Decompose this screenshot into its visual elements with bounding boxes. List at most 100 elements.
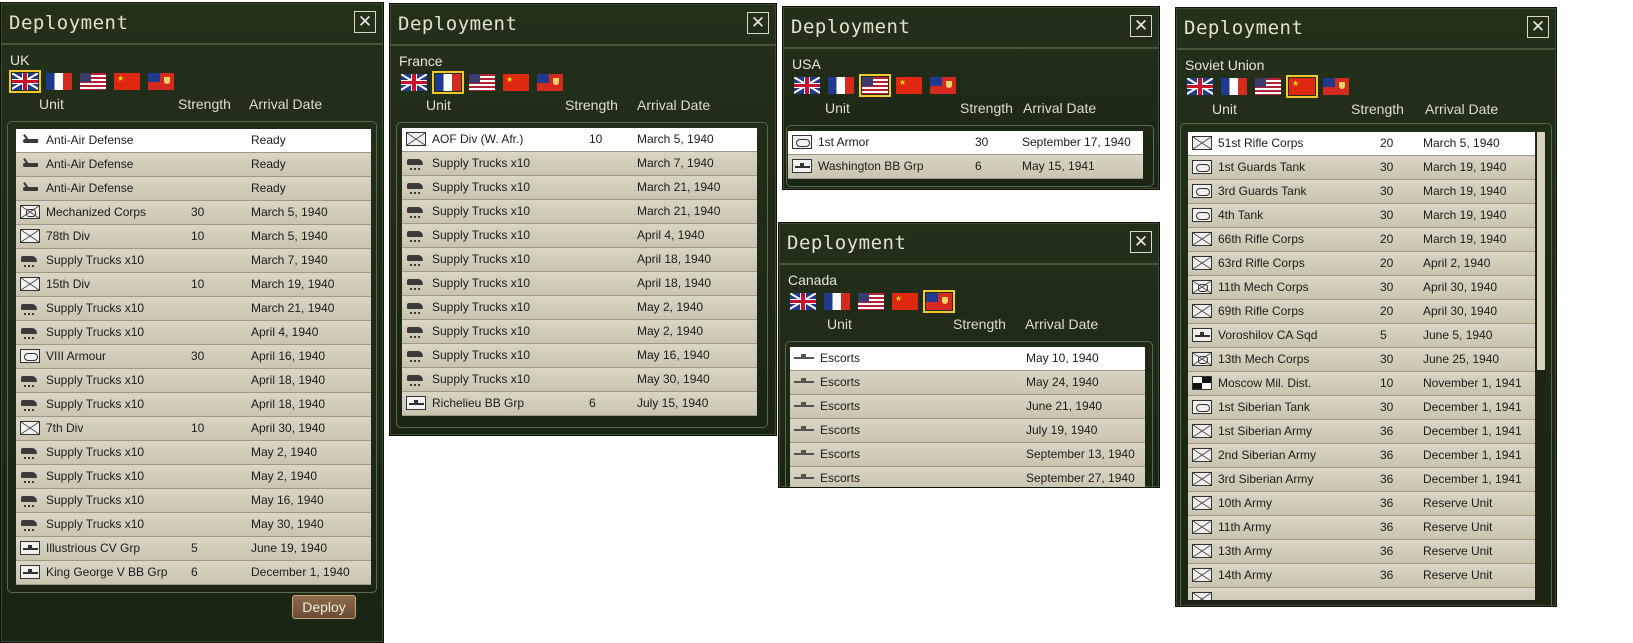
flag-uk-icon[interactable] [794,76,820,94]
unit-row[interactable]: Mechanized Corps 30 March 5, 1940 [16,201,371,225]
unit-row[interactable]: Supply Trucks x10 April 4, 1940 [402,224,757,248]
unit-row[interactable]: 11th Army 36 Reserve Unit [1188,516,1535,540]
flag-cn-icon[interactable]: ★ [896,76,922,94]
flag-fr-icon[interactable] [828,76,854,94]
panel-titlebar[interactable]: Deployment ✕ [390,4,776,46]
unit-row[interactable]: Supply Trucks x10 March 7, 1940 [16,249,371,273]
panel-titlebar[interactable]: Deployment ✕ [1,3,383,45]
panel-titlebar[interactable]: Deployment ✕ [783,7,1159,49]
unit-row[interactable]: Anti-Air Defense Ready [16,153,371,177]
flag-ca-icon[interactable] [148,72,174,90]
flag-cn-icon[interactable]: ★ [503,73,529,91]
flag-ca-icon[interactable] [930,76,956,94]
flag-uk-icon[interactable] [790,292,816,310]
panel-titlebar[interactable]: Deployment ✕ [779,223,1159,265]
unit-row[interactable]: 63rd Rifle Corps 20 April 2, 1940 [1188,252,1535,276]
flag-ca-icon[interactable] [537,73,563,91]
flag-uk-icon[interactable] [401,73,427,91]
unit-row[interactable]: 69th Rifle Corps 20 April 30, 1940 [1188,300,1535,324]
flag-us-icon[interactable] [469,73,495,91]
scrollbar[interactable] [1536,132,1546,600]
flag-fr-icon[interactable] [1221,77,1247,95]
unit-row[interactable]: Supply Trucks x10 March 21, 1940 [402,200,757,224]
flag-uk-icon[interactable] [9,69,41,93]
flag-us-icon[interactable] [1255,77,1281,95]
unit-row[interactable]: Supply Trucks x10 May 16, 1940 [16,489,371,513]
unit-row[interactable]: Supply Trucks x10 April 18, 1940 [16,369,371,393]
flag-us-icon[interactable] [859,73,891,97]
unit-row[interactable]: 2nd Siberian Army 36 December 1, 1941 [1188,444,1535,468]
unit-row[interactable]: Escorts May 10, 1940 [790,347,1145,371]
unit-row[interactable]: Supply Trucks x10 May 2, 1940 [16,441,371,465]
flag-ca-icon[interactable] [923,289,955,313]
unit-name: 4th Tank [1218,208,1264,222]
close-icon[interactable]: ✕ [1130,15,1152,37]
unit-row[interactable]: Supply Trucks x10 May 30, 1940 [16,513,371,537]
flag-fr-icon[interactable] [824,292,850,310]
flag-ca-icon[interactable] [1323,77,1349,95]
escort-unit-icon [794,351,814,365]
unit-row[interactable]: Richelieu BB Grp 6 July 15, 1940 [402,392,757,416]
unit-row[interactable] [1188,588,1535,600]
unit-row[interactable]: Moscow Mil. Dist. 10 November 1, 1941 [1188,372,1535,396]
flag-cn-icon[interactable]: ★ [892,292,918,310]
unit-row[interactable]: AOF Div (W. Afr.) 10 March 5, 1940 [402,128,757,152]
unit-row[interactable]: Supply Trucks x10 May 2, 1940 [16,465,371,489]
flag-uk-icon[interactable] [1187,77,1213,95]
unit-row[interactable]: 1st Siberian Tank 30 December 1, 1941 [1188,396,1535,420]
unit-row[interactable]: 7th Div 10 April 30, 1940 [16,417,371,441]
deploy-button[interactable]: Deploy [292,595,356,619]
unit-row[interactable]: Anti-Air Defense Ready [16,129,371,153]
unit-row[interactable]: 66th Rifle Corps 20 March 19, 1940 [1188,228,1535,252]
flag-fr-icon[interactable] [432,70,464,94]
unit-row[interactable]: 78th Div 10 March 5, 1940 [16,225,371,249]
unit-row[interactable]: Supply Trucks x10 March 7, 1940 [402,152,757,176]
unit-row[interactable]: 3rd Siberian Army 36 December 1, 1941 [1188,468,1535,492]
unit-row[interactable]: Supply Trucks x10 April 18, 1940 [16,393,371,417]
flag-cn-icon[interactable]: ★ [1286,74,1318,98]
unit-row[interactable]: Supply Trucks x10 April 18, 1940 [402,272,757,296]
unit-row[interactable]: 1st Armor 30 September 17, 1940 [788,131,1143,155]
panel-titlebar[interactable]: Deployment ✕ [1176,8,1556,50]
unit-row[interactable]: Anti-Air Defense Ready [16,177,371,201]
unit-row[interactable]: 11th Mech Corps 30 April 30, 1940 [1188,276,1535,300]
unit-row[interactable]: Supply Trucks x10 April 4, 1940 [16,321,371,345]
flag-cn-icon[interactable]: ★ [114,72,140,90]
unit-row[interactable]: Supply Trucks x10 May 30, 1940 [402,368,757,392]
unit-row[interactable]: Escorts September 27, 1940 [790,467,1145,487]
close-icon[interactable]: ✕ [1130,231,1152,253]
unit-row[interactable]: Supply Trucks x10 May 2, 1940 [402,296,757,320]
unit-row[interactable]: 3rd Guards Tank 30 March 19, 1940 [1188,180,1535,204]
unit-row[interactable]: 13th Mech Corps 30 June 25, 1940 [1188,348,1535,372]
unit-row[interactable]: Escorts May 24, 1940 [790,371,1145,395]
unit-row[interactable]: Supply Trucks x10 March 21, 1940 [402,176,757,200]
unit-row[interactable]: Illustrious CV Grp 5 June 19, 1940 [16,537,371,561]
close-icon[interactable]: ✕ [1527,16,1549,38]
close-icon[interactable]: ✕ [747,12,769,34]
unit-row[interactable]: Voroshilov CA Sqd 5 June 5, 1940 [1188,324,1535,348]
flag-us-icon[interactable] [80,72,106,90]
unit-row[interactable]: Escorts June 21, 1940 [790,395,1145,419]
unit-row[interactable]: Supply Trucks x10 May 16, 1940 [402,344,757,368]
flag-fr-icon[interactable] [46,72,72,90]
unit-row[interactable]: Washington BB Grp 6 May 15, 1941 [788,155,1143,179]
scrollbar-thumb[interactable] [1537,132,1545,370]
unit-row[interactable]: Supply Trucks x10 May 2, 1940 [402,320,757,344]
unit-row[interactable]: 14th Army 36 Reserve Unit [1188,564,1535,588]
unit-row[interactable]: VIII Armour 30 April 16, 1940 [16,345,371,369]
unit-row[interactable]: Supply Trucks x10 April 18, 1940 [402,248,757,272]
unit-row[interactable]: 1st Siberian Army 36 December 1, 1941 [1188,420,1535,444]
unit-row[interactable]: Supply Trucks x10 March 21, 1940 [16,297,371,321]
unit-row[interactable]: 51st Rifle Corps 20 March 5, 1940 [1188,132,1535,156]
close-icon[interactable]: ✕ [354,11,376,33]
unit-row[interactable]: 13th Army 36 Reserve Unit [1188,540,1535,564]
unit-row[interactable]: Escorts July 19, 1940 [790,419,1145,443]
unit-arrival-date: April 30, 1940 [251,421,326,435]
unit-row[interactable]: 4th Tank 30 March 19, 1940 [1188,204,1535,228]
unit-row[interactable]: King George V BB Grp 6 December 1, 1940 [16,561,371,585]
unit-row[interactable]: 15th Div 10 March 19, 1940 [16,273,371,297]
unit-row[interactable]: Escorts September 13, 1940 [790,443,1145,467]
unit-row[interactable]: 1st Guards Tank 30 March 19, 1940 [1188,156,1535,180]
flag-us-icon[interactable] [858,292,884,310]
unit-row[interactable]: 10th Army 36 Reserve Unit [1188,492,1535,516]
